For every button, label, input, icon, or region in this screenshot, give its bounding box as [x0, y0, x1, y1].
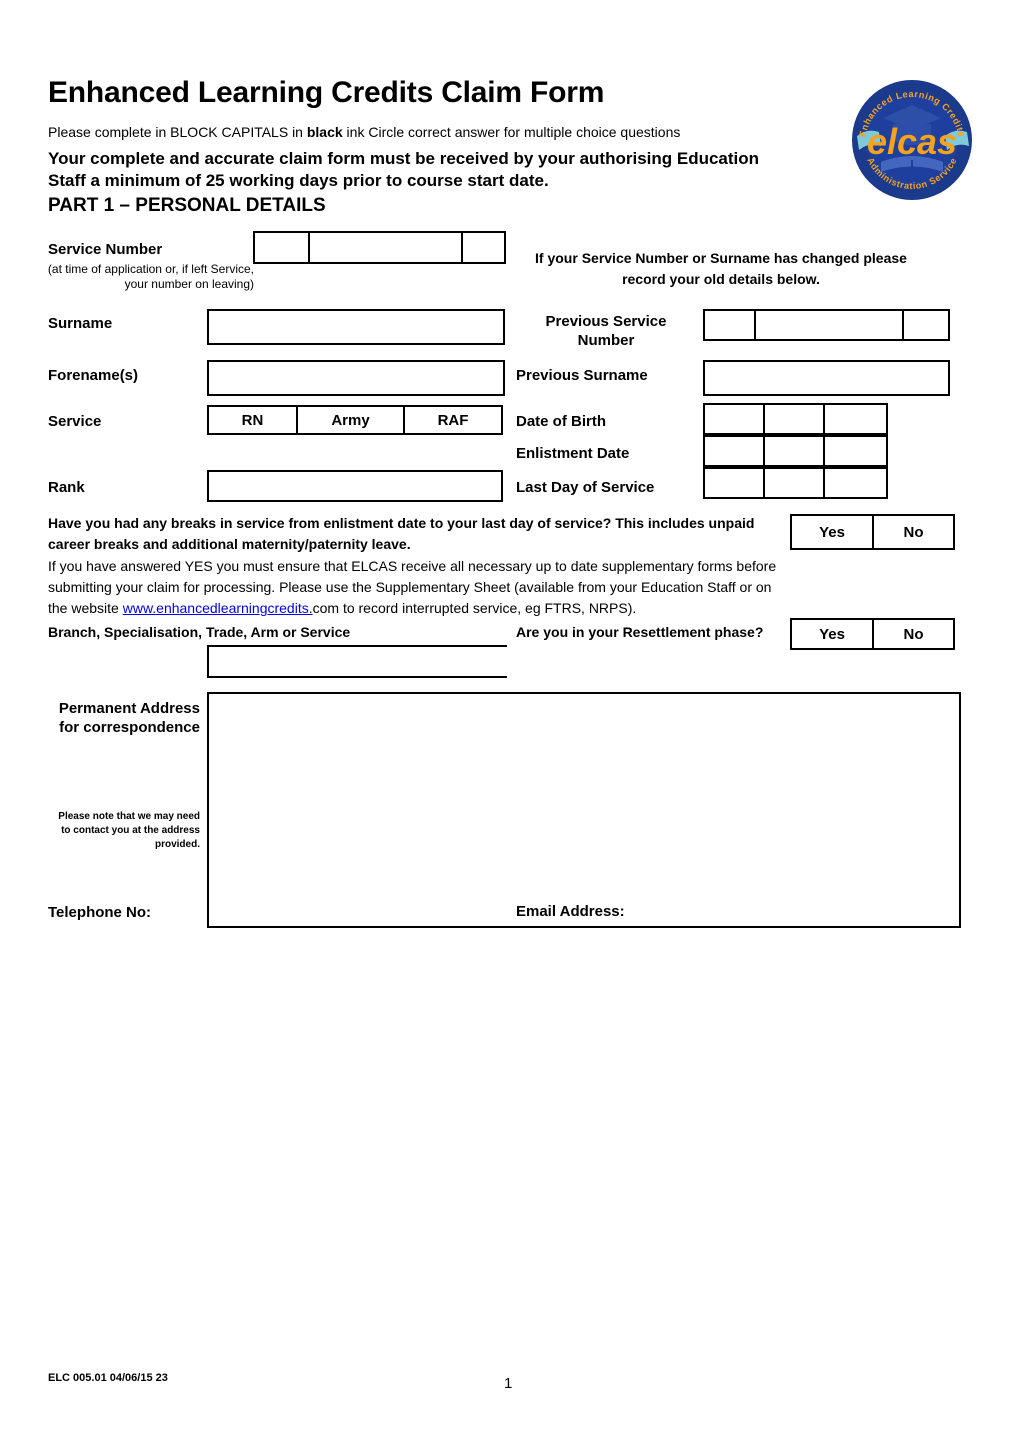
service-label: Service — [48, 413, 102, 430]
breaks-guidance-line-2: submitting your claim for processing. Pl… — [48, 579, 772, 595]
resettlement-yes[interactable]: Yes — [790, 618, 874, 650]
branch-label: Branch, Specialisation, Trade, Arm or Se… — [48, 624, 351, 640]
enlistment-date-day[interactable] — [703, 435, 765, 467]
permanent-address-input[interactable] — [207, 692, 961, 928]
service-number-field-2[interactable] — [308, 231, 463, 264]
branch-input[interactable] — [207, 645, 507, 678]
part-1-heading: PART 1 – PERSONAL DETAILS — [48, 195, 326, 216]
forenames-input[interactable] — [207, 360, 505, 396]
last-day-of-service-day[interactable] — [703, 467, 765, 499]
enhancedlearningcredits-link[interactable]: www.enhancedlearningcredits. — [123, 600, 313, 616]
previous-surname-input[interactable] — [703, 360, 950, 396]
service-number-field-3[interactable] — [461, 231, 506, 264]
resettlement-no[interactable]: No — [872, 618, 955, 650]
previous-surname-label: Previous Surname — [516, 367, 648, 384]
enlistment-date-month[interactable] — [763, 435, 825, 467]
page-number: 1 — [504, 1375, 513, 1392]
enlistment-date-year[interactable] — [823, 435, 888, 467]
previous-service-number-field-2[interactable] — [754, 309, 904, 341]
last-day-of-service-year[interactable] — [823, 467, 888, 499]
service-number-field-1[interactable] — [253, 231, 310, 264]
forenames-label: Forename(s) — [48, 367, 139, 384]
service-option-army[interactable]: Army — [296, 405, 405, 435]
surname-input[interactable] — [207, 309, 505, 345]
email-address-label: Email Address: — [516, 903, 625, 920]
last-day-of-service-label: Last Day of Service — [516, 479, 655, 496]
date-of-birth-month[interactable] — [763, 403, 825, 435]
rank-label: Rank — [48, 479, 85, 496]
elcas-logo: elcas Enhanced Learning Credits Administ… — [843, 70, 981, 208]
previous-service-number-label: Previous Service Number — [545, 313, 667, 349]
service-number-note: (at time of application or, if left Serv… — [47, 262, 254, 291]
resettlement-question: Are you in your Resettlement phase? — [516, 624, 764, 640]
permanent-address-note: Please note that we may need to contact … — [58, 811, 200, 850]
previous-service-number-field-3[interactable] — [902, 309, 950, 341]
permanent-address-label: Permanent Address for correspondence — [58, 700, 200, 736]
breaks-guidance-prefix: the website — [48, 600, 123, 616]
breaks-in-service-yes[interactable]: Yes — [790, 514, 874, 550]
instructions-black-emphasis: black — [306, 124, 343, 140]
breaks-guidance-line-1: If you have answered YES you must ensure… — [48, 558, 777, 574]
changed-details-notice: If your Service Number or Surname has ch… — [535, 250, 907, 287]
page-title: Enhanced Learning Credits Claim Form — [48, 76, 605, 109]
logo-center-text: elcas — [867, 121, 957, 162]
breaks-guidance-line-3: the website www.enhancedlearningcredits.… — [48, 598, 973, 619]
service-option-raf[interactable]: RAF — [403, 405, 503, 435]
previous-service-number-field-1[interactable] — [703, 309, 756, 341]
instructions-text-part2: ink Circle correct answer for multiple c… — [342, 124, 681, 140]
surname-label: Surname — [48, 315, 113, 332]
breaks-in-service-question: Have you had any breaks in service from … — [48, 515, 755, 552]
enlistment-date-label: Enlistment Date — [516, 445, 630, 462]
rank-input[interactable] — [207, 470, 503, 502]
date-of-birth-day[interactable] — [703, 403, 765, 435]
form-instructions: Please complete in BLOCK CAPITALS in bla… — [48, 124, 680, 141]
telephone-label: Telephone No: — [48, 904, 152, 921]
service-number-label: Service Number — [48, 241, 163, 258]
last-day-of-service-month[interactable] — [763, 467, 825, 499]
service-option-rn[interactable]: RN — [207, 405, 298, 435]
date-of-birth-year[interactable] — [823, 403, 888, 435]
instructions-text-part1: Please complete in BLOCK CAPITALS in — [48, 124, 307, 140]
date-of-birth-label: Date of Birth — [516, 413, 606, 430]
breaks-guidance-suffix: com to record interrupted service, eg FT… — [312, 600, 637, 616]
submission-notice: Your complete and accurate claim form mu… — [48, 149, 760, 190]
breaks-in-service-no[interactable]: No — [872, 514, 955, 550]
form-revision-code: ELC 005.01 04/06/15 23 — [48, 1372, 168, 1384]
claim-form-page: Enhanced Learning Credits Claim Form Ple… — [0, 0, 1020, 1443]
